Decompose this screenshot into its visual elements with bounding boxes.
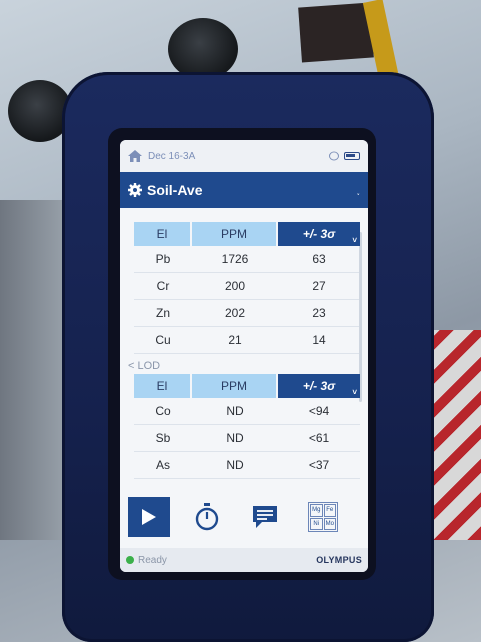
element-cell: Sb <box>134 425 192 452</box>
table-row: Pb 1726 63 <box>134 246 360 273</box>
element-cell: Pb <box>134 246 192 273</box>
error-cell: 23 <box>278 300 360 327</box>
element-symbol: Mo <box>323 517 336 530</box>
ppm-cell: 1726 <box>192 246 278 273</box>
lod-section-label: < LOD <box>128 360 161 372</box>
battery-icon <box>344 152 360 160</box>
ppm-cell: ND <box>192 398 278 425</box>
status-text: Ready <box>138 554 167 566</box>
periodic-table-icon: Mg Fe Ni Mo <box>308 502 338 532</box>
table-row: Cr 200 27 <box>134 273 360 300</box>
breadcrumb: Dec 16-3A <box>148 150 196 162</box>
lod-table: El PPM +/- 3σ ˅ Co ND <94 Sb ND <61 As N… <box>134 374 360 479</box>
brand-logo: OLYMPUS <box>316 555 362 565</box>
background-object <box>168 18 238 80</box>
title-bar[interactable]: Soil-Ave ˯ <box>120 172 368 208</box>
ppm-cell: 21 <box>192 327 278 354</box>
page-title: Soil-Ave <box>147 182 203 198</box>
table-row: Zn 202 23 <box>134 300 360 327</box>
ppm-cell: ND <box>192 425 278 452</box>
element-cell: Cr <box>134 273 192 300</box>
ppm-cell: ND <box>192 452 278 479</box>
device-screen: Dec 16-3A Soil-Ave ˯ El PPM +/- 3σ ˅ Pb … <box>120 140 368 572</box>
element-symbol: Mg <box>310 504 323 517</box>
timer-button[interactable] <box>188 497 226 537</box>
column-header-element[interactable]: El <box>134 222 192 246</box>
ppm-cell: 200 <box>192 273 278 300</box>
results-table: El PPM +/- 3σ ˅ Pb 1726 63 Cr 200 27 Zn … <box>134 222 360 354</box>
column-header-error-label: +/- 3σ <box>302 379 336 393</box>
bottom-toolbar: Mg Fe Ni Mo <box>120 486 368 548</box>
play-icon <box>142 509 156 525</box>
element-symbol: Fe <box>323 504 336 517</box>
table-row: Sb ND <61 <box>134 425 360 452</box>
chevron-down-icon[interactable]: ˅ <box>352 388 357 397</box>
gear-icon <box>128 183 142 197</box>
error-cell: <94 <box>278 398 360 425</box>
background-ground <box>0 200 70 540</box>
status-indicator-icon <box>126 556 134 564</box>
error-cell: 14 <box>278 327 360 354</box>
status-icons <box>329 151 360 161</box>
status-bar: Dec 16-3A <box>120 140 368 172</box>
ppm-cell: 202 <box>192 300 278 327</box>
column-header-error[interactable]: +/- 3σ ˅ <box>278 222 360 246</box>
chevron-down-icon[interactable]: ˅ <box>352 236 357 245</box>
timer-icon <box>195 503 219 531</box>
error-cell: <61 <box>278 425 360 452</box>
element-cell: Zn <box>134 300 192 327</box>
comment-icon <box>253 506 277 528</box>
error-cell: 63 <box>278 246 360 273</box>
column-header-error[interactable]: +/- 3σ ˅ <box>278 374 360 398</box>
comment-button[interactable] <box>246 497 284 537</box>
column-header-error-label: +/- 3σ <box>302 227 336 241</box>
element-cell: Cu <box>134 327 192 354</box>
element-cell: As <box>134 452 192 479</box>
table-row: Co ND <94 <box>134 398 360 425</box>
error-cell: 27 <box>278 273 360 300</box>
element-symbol: Ni <box>310 517 323 530</box>
table-row: Cu 21 14 <box>134 327 360 354</box>
chevron-down-icon[interactable]: ˯ <box>357 185 360 196</box>
element-list-button[interactable]: Mg Fe Ni Mo <box>304 497 342 537</box>
results-area[interactable]: El PPM +/- 3σ ˅ Pb 1726 63 Cr 200 27 Zn … <box>120 208 368 479</box>
wifi-icon <box>329 151 339 161</box>
start-test-button[interactable] <box>128 497 170 537</box>
column-header-element[interactable]: El <box>134 374 192 398</box>
column-header-ppm[interactable]: PPM <box>192 374 278 398</box>
home-icon[interactable] <box>128 150 142 162</box>
footer-bar: Ready OLYMPUS <box>120 548 368 572</box>
table-row: As ND <37 <box>134 452 360 479</box>
column-header-ppm[interactable]: PPM <box>192 222 278 246</box>
element-cell: Co <box>134 398 192 425</box>
background-object <box>298 2 374 63</box>
error-cell: <37 <box>278 452 360 479</box>
